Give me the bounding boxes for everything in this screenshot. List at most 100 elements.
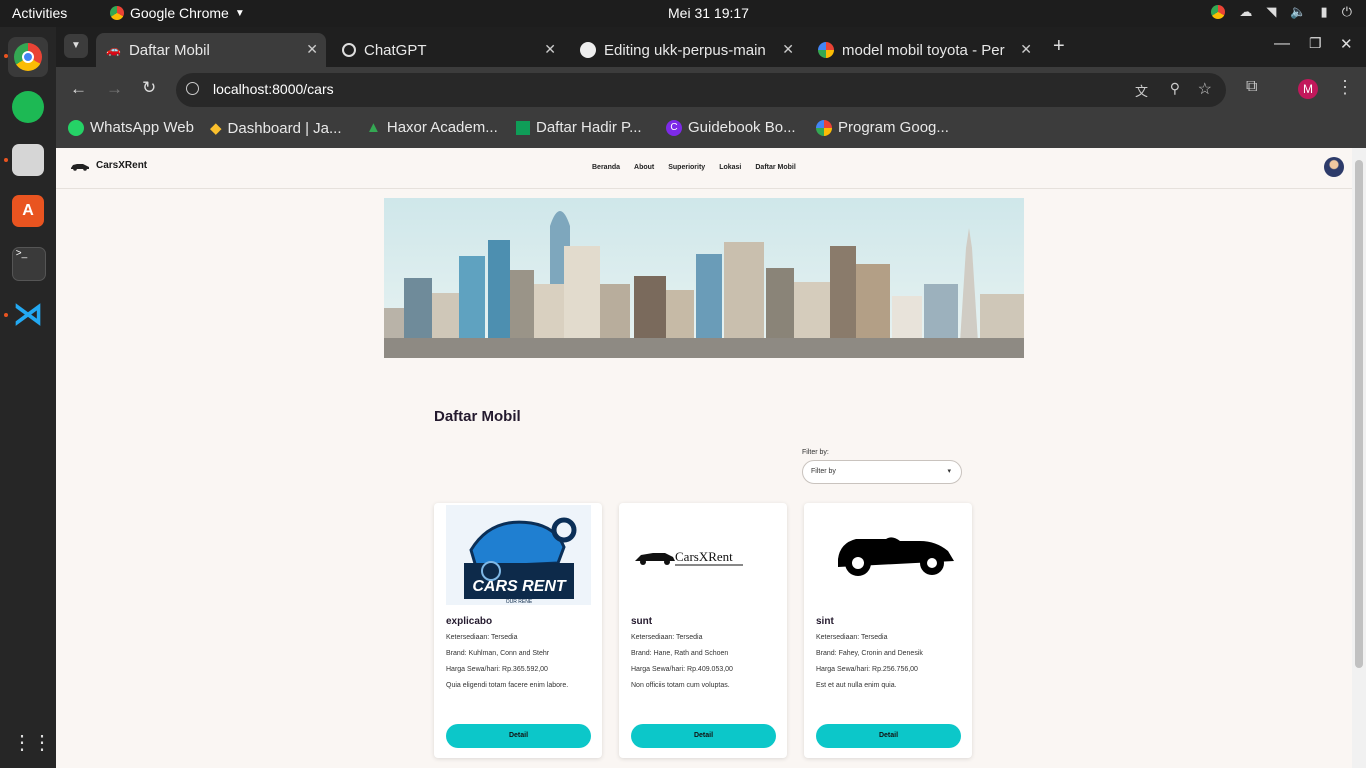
detail-button[interactable]: Detail <box>631 724 776 748</box>
close-tab-icon[interactable]: ✕ <box>782 41 794 58</box>
vscode-icon[interactable]: ⋊ <box>12 299 44 331</box>
car-description: Quia eligendi totam facere enim labore. <box>446 682 569 689</box>
wifi-icon: ◥ <box>1266 4 1277 19</box>
user-avatar[interactable] <box>1324 157 1344 177</box>
car-card: CARS RENT OUR RENE explicabo Ketersediaa… <box>434 503 602 758</box>
zoom-icon[interactable]: ⚲ <box>1170 80 1180 97</box>
car-card: sint Ketersediaan: Tersedia Brand: Fahey… <box>804 503 972 758</box>
terminal-icon[interactable]: >_ <box>12 247 46 281</box>
extensions-icon[interactable]: ⧉ <box>1246 78 1257 96</box>
menu-icon[interactable]: ⋮ <box>1336 77 1354 98</box>
site-info-icon[interactable] <box>186 82 199 95</box>
card-logo-subtext: OUR RENE <box>506 599 533 605</box>
back-icon[interactable]: ← <box>70 79 87 99</box>
car-price: Harga Sewa/hari: Rp.409.053,00 <box>631 666 733 673</box>
activities-button[interactable]: Activities <box>12 5 67 21</box>
close-tab-icon[interactable]: ✕ <box>1020 41 1032 58</box>
tab-google-search[interactable]: model mobil toyota - Per ✕ <box>810 33 1040 67</box>
car-price: Harga Sewa/hari: Rp.365.592,00 <box>446 666 548 673</box>
filter-select[interactable]: Filter by ▾ <box>802 460 962 484</box>
car-availability: Ketersediaan: Tersedia <box>631 634 703 641</box>
sheets-icon <box>516 120 530 135</box>
bookmark-label: Program Goog... <box>838 119 949 136</box>
tab-daftar-mobil[interactable]: 🚗 Daftar Mobil ✕ <box>96 33 326 67</box>
chrome-tray-icon <box>1211 5 1226 19</box>
nav-about[interactable]: About <box>634 164 654 171</box>
reload-icon[interactable]: ↻ <box>142 78 156 98</box>
google-icon <box>816 119 832 136</box>
dock: A >_ ⋊ ⋮⋮⋮ <box>0 27 72 768</box>
main-nav: Beranda About Superiority Lokasi Daftar … <box>592 164 796 171</box>
close-window-button[interactable]: ✕ <box>1340 35 1353 53</box>
car-card: CarsXRent sunt Ketersediaan: Tersedia Br… <box>619 503 787 758</box>
bookmarks-bar: WhatsApp Web ◆ Dashboard | Ja... ▲ Haxor… <box>56 112 1366 148</box>
car-image: CarsXRent <box>631 505 776 605</box>
nav-superiority[interactable]: Superiority <box>668 164 705 171</box>
canva-icon: C <box>666 119 682 136</box>
bookmark-label: Dashboard | Ja... <box>227 119 342 137</box>
tab-github[interactable]: Editing ukk-perpus-main ✕ <box>572 33 802 67</box>
software-center-icon[interactable]: A <box>12 195 44 227</box>
car-description: Est et aut nulla enim quia. <box>816 682 897 689</box>
tab-strip: ▼ 🚗 Daftar Mobil ✕ ChatGPT ✕ Editing ukk… <box>56 27 1366 67</box>
hero-city-image <box>384 198 1024 358</box>
site-logo[interactable]: CarsXRent <box>70 160 147 171</box>
vintage-car-silhouette <box>816 505 961 605</box>
car-image: CARS RENT OUR RENE <box>446 505 591 605</box>
car-name: sunt <box>631 616 653 627</box>
city-skyline-illustration <box>384 198 1024 358</box>
page-scrollbar[interactable] <box>1352 148 1366 768</box>
app-grid-icon[interactable]: ⋮⋮⋮ <box>12 727 72 759</box>
nav-daftar-mobil[interactable]: Daftar Mobil <box>755 164 795 171</box>
running-indicator <box>4 313 8 317</box>
detail-button[interactable]: Detail <box>816 724 961 748</box>
battery-icon: ▮ <box>1320 4 1328 19</box>
minimize-button[interactable]: — <box>1274 35 1290 53</box>
whatsapp-icon <box>68 119 84 136</box>
nav-lokasi[interactable]: Lokasi <box>719 164 741 171</box>
bookmark-dashboard[interactable]: ◆ Dashboard | Ja... <box>210 119 342 138</box>
clock[interactable]: Mei 31 19:17 <box>668 5 749 21</box>
bookmark-star-icon[interactable]: ☆ <box>1198 79 1212 99</box>
new-tab-button[interactable]: + <box>1053 35 1065 58</box>
files-icon[interactable] <box>12 144 44 176</box>
bookmark-label: WhatsApp Web <box>90 119 194 136</box>
system-tray[interactable]: ☁ ◥ 🔈 ▮ ⏻ <box>1211 4 1352 20</box>
nav-beranda[interactable]: Beranda <box>592 164 620 171</box>
translate-icon[interactable]: 文 <box>1135 81 1148 100</box>
bookmark-guidebook[interactable]: C Guidebook Bo... <box>666 119 796 136</box>
bookmark-program-google[interactable]: Program Goog... <box>816 119 949 136</box>
bookmark-haxor[interactable]: ▲ Haxor Academ... <box>366 119 498 136</box>
scrollbar-thumb[interactable] <box>1355 160 1363 668</box>
bookmark-daftar-hadir[interactable]: Daftar Hadir P... <box>516 119 642 136</box>
github-favicon-icon <box>580 42 596 58</box>
bookmark-label: Daftar Hadir P... <box>536 119 642 136</box>
app-menu[interactable]: Google Chrome ▼ <box>110 5 245 21</box>
power-icon: ⏻ <box>1341 4 1352 19</box>
address-bar[interactable]: localhost:8000/cars 文 ⚲ ☆ <box>176 73 1226 107</box>
spotify-icon[interactable] <box>12 91 44 123</box>
chatgpt-favicon-icon <box>342 43 356 57</box>
web-page: CarsXRent Beranda About Superiority Loka… <box>56 148 1352 768</box>
page-title: Daftar Mobil <box>434 408 521 425</box>
car-price: Harga Sewa/hari: Rp.256.756,00 <box>816 666 918 673</box>
close-tab-icon[interactable]: ✕ <box>306 41 318 58</box>
forward-icon[interactable]: → <box>106 79 123 99</box>
chevron-down-icon: ▼ <box>234 7 245 19</box>
filter-selected-value: Filter by <box>811 468 836 475</box>
close-tab-icon[interactable]: ✕ <box>544 41 556 58</box>
profile-avatar[interactable]: M <box>1298 79 1318 99</box>
tab-label: Editing ukk-perpus-main <box>604 41 766 59</box>
bookmark-whatsapp[interactable]: WhatsApp Web <box>68 119 194 136</box>
tab-label: model mobil toyota - Per <box>842 41 1005 59</box>
tab-search-button[interactable]: ▼ <box>64 34 88 58</box>
maximize-button[interactable]: ❐ <box>1309 35 1322 52</box>
tab-chatgpt[interactable]: ChatGPT ✕ <box>334 33 564 67</box>
drive-icon: ▲ <box>366 119 381 136</box>
chrome-icon <box>110 6 124 20</box>
bookmark-label: Haxor Academ... <box>386 119 498 136</box>
detail-button[interactable]: Detail <box>446 724 591 748</box>
car-availability: Ketersediaan: Tersedia <box>816 634 888 641</box>
bookmark-label: Guidebook Bo... <box>688 119 796 136</box>
chrome-dock-icon[interactable] <box>8 37 48 77</box>
